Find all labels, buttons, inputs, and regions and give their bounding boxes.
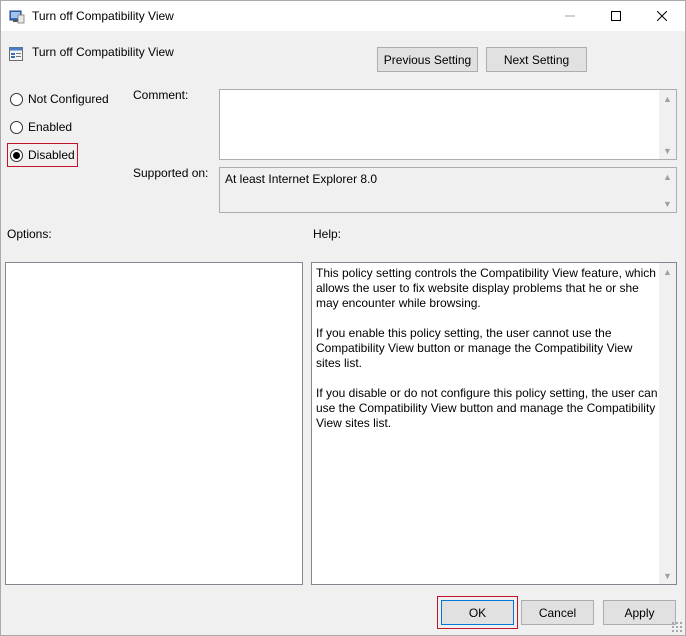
radio-not-configured-circle[interactable] — [10, 92, 23, 106]
scroll-up-icon[interactable]: ▲ — [659, 90, 676, 107]
help-text: This policy setting controls the Compati… — [316, 266, 658, 446]
scroll-down-icon[interactable]: ▼ — [659, 142, 676, 159]
help-label: Help: — [313, 227, 342, 241]
ok-button[interactable]: OK — [441, 600, 514, 625]
options-label: Options: — [7, 227, 52, 241]
help-scrollbar[interactable]: ▲ ▼ — [659, 263, 676, 584]
minimize-icon — [565, 15, 575, 17]
scroll-up-icon[interactable]: ▲ — [659, 263, 676, 280]
maximize-icon — [611, 11, 621, 21]
radio-not-configured-label: Not Configured — [28, 92, 109, 106]
help-paragraph: If you enable this policy setting, the u… — [316, 326, 633, 370]
apply-button[interactable]: Apply — [603, 600, 676, 625]
scroll-up-icon[interactable]: ▲ — [659, 168, 676, 185]
radio-disabled-label: Disabled — [28, 148, 75, 162]
title-bar[interactable]: Turn off Compatibility View — [1, 1, 685, 31]
comment-textarea[interactable]: ▲ ▼ — [219, 89, 677, 160]
comment-label: Comment: — [133, 88, 189, 102]
radio-disabled[interactable]: Disabled — [10, 148, 75, 162]
radio-enabled-circle[interactable] — [10, 120, 23, 134]
radio-enabled-label: Enabled — [28, 120, 73, 134]
help-pane: This policy setting controls the Compati… — [311, 262, 677, 585]
policy-dialog-window: Turn off Compatibility View Turn off Com… — [0, 0, 686, 636]
cancel-button[interactable]: Cancel — [521, 600, 594, 625]
radio-disabled-circle[interactable] — [10, 148, 23, 162]
help-paragraph: If you disable or do not configure this … — [316, 386, 658, 430]
resize-grip-icon[interactable] — [671, 621, 683, 633]
options-pane — [5, 262, 303, 585]
scroll-down-icon[interactable]: ▼ — [659, 567, 676, 584]
close-button[interactable] — [639, 1, 685, 31]
maximize-button[interactable] — [593, 1, 639, 31]
previous-setting-button[interactable]: Previous Setting — [377, 47, 478, 72]
close-icon — [657, 11, 667, 21]
minimize-button[interactable] — [547, 1, 593, 31]
supported-on-value: At least Internet Explorer 8.0 — [225, 172, 378, 186]
radio-not-configured[interactable]: Not Configured — [10, 92, 109, 106]
supported-on-box: At least Internet Explorer 8.0 ▲ ▼ — [219, 167, 677, 213]
scroll-down-icon[interactable]: ▼ — [659, 195, 676, 212]
supported-scrollbar[interactable]: ▲ ▼ — [659, 168, 676, 212]
policy-name: Turn off Compatibility View — [32, 45, 174, 59]
supported-on-label: Supported on: — [133, 166, 209, 180]
policy-setting-icon — [9, 47, 23, 61]
help-paragraph: This policy setting controls the Compati… — [316, 266, 656, 310]
window-title: Turn off Compatibility View — [32, 9, 174, 23]
policy-editor-icon — [9, 10, 25, 24]
next-setting-button[interactable]: Next Setting — [486, 47, 587, 72]
radio-enabled[interactable]: Enabled — [10, 120, 72, 134]
comment-scrollbar[interactable]: ▲ ▼ — [659, 90, 676, 159]
